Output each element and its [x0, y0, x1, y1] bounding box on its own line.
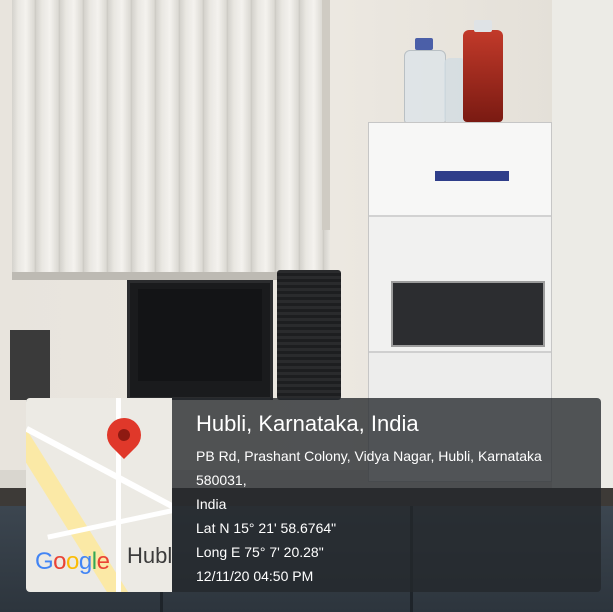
bottle-cap: [415, 38, 433, 50]
wall-pipe: [322, 0, 330, 230]
computer-monitor: [127, 280, 273, 400]
map-pin-icon: [99, 410, 149, 460]
hplc-window: [391, 281, 545, 347]
latitude: Lat N 15° 21' 58.6764": [196, 520, 337, 536]
pin-center: [115, 426, 133, 444]
window-blinds: [12, 0, 330, 278]
address-line-1: PB Rd, Prashant Colony, Vidya Nagar, Hub…: [196, 448, 542, 488]
bottle-cap: [474, 20, 492, 32]
longitude: Long E 75° 7' 20.28": [196, 544, 324, 560]
solvent-bottle: [404, 50, 446, 124]
google-logo: Google: [35, 548, 110, 575]
hplc-top-module: [369, 123, 551, 217]
location-title: Hubli, Karnataka, India: [196, 411, 419, 436]
geotag-details: Hubli, Karnataka, India PB Rd, Prashant …: [196, 410, 591, 588]
map-city-label: Hubl: [127, 543, 172, 568]
hplc-label: [435, 171, 509, 181]
lab-device: [10, 330, 50, 400]
solvent-bottle-red: [463, 30, 503, 122]
address-line-2: India: [196, 496, 227, 512]
computer-tower: [277, 270, 341, 400]
timestamp: 12/11/20 04:50 PM: [196, 568, 314, 584]
monitor-screen: [138, 289, 262, 381]
map-thumbnail: Google Hubl: [26, 398, 172, 592]
